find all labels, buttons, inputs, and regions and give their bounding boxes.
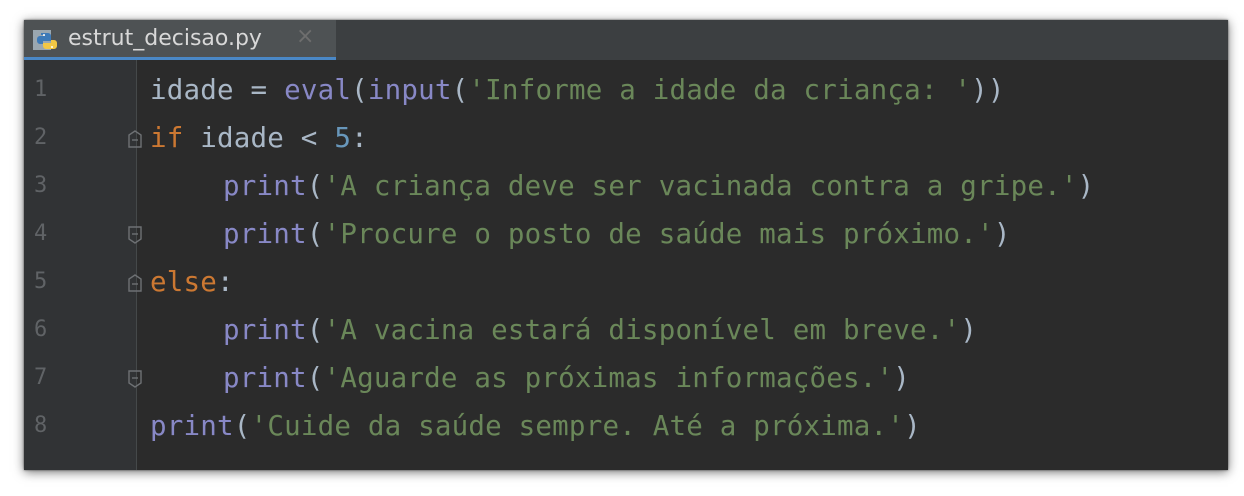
code-token: 'Procure o posto de saúde mais próximo.' bbox=[323, 218, 994, 250]
line-number: 8 bbox=[34, 413, 48, 438]
code-token: 'A vacina estará disponível em breve.' bbox=[323, 314, 961, 346]
code-token: ) bbox=[960, 314, 978, 346]
code-text: print('Cuide da saúde sempre. Até a próx… bbox=[150, 402, 921, 450]
code-token: 'Aguarde as próximas informações.' bbox=[323, 362, 894, 394]
tab-label: estrut_decisao.py bbox=[68, 26, 262, 51]
code-token: : bbox=[351, 122, 368, 154]
code-line-5: 5 else: bbox=[24, 258, 1228, 306]
code-line-4: 4 print('Procure o posto de saúde mais p… bbox=[24, 210, 1228, 258]
editor-tab-bar: estrut_decisao.py × bbox=[24, 20, 1228, 60]
line-number: 7 bbox=[34, 365, 48, 390]
code-text: print('Aguarde as próximas informações.'… bbox=[223, 354, 910, 402]
editor-window: estrut_decisao.py × 1 idade = eval(input… bbox=[24, 20, 1228, 470]
code-token: : bbox=[217, 266, 234, 298]
code-token: )) bbox=[971, 74, 1005, 106]
line-number: 2 bbox=[34, 125, 48, 150]
code-token: 'A criança deve ser vacinada contra a gr… bbox=[323, 170, 1078, 202]
code-token: ( bbox=[306, 314, 324, 346]
code-token: ( bbox=[451, 74, 469, 106]
code-token: ( bbox=[233, 410, 251, 442]
code-token: print bbox=[223, 170, 307, 202]
code-token: 'Informe a idade da criança: ' bbox=[468, 74, 972, 106]
code-token: ( bbox=[351, 74, 368, 106]
fold-end-icon[interactable] bbox=[127, 226, 143, 244]
code-token: ( bbox=[306, 170, 324, 202]
code-token: ) bbox=[993, 218, 1011, 250]
code-token: print bbox=[223, 314, 307, 346]
fold-open-icon[interactable] bbox=[127, 274, 143, 292]
code-token: print bbox=[223, 218, 307, 250]
code-token: ) bbox=[904, 410, 921, 442]
code-token: eval bbox=[284, 74, 352, 106]
line-number: 3 bbox=[34, 173, 48, 198]
line-number: 6 bbox=[34, 317, 48, 342]
code-token: ( bbox=[306, 218, 324, 250]
line-number: 5 bbox=[34, 269, 48, 294]
code-line-1: 1 idade = eval(input('Informe a idade da… bbox=[24, 66, 1228, 114]
code-token: ) bbox=[1077, 170, 1095, 202]
code-token: idade < bbox=[183, 122, 335, 154]
close-icon[interactable]: × bbox=[296, 24, 314, 49]
code-text: print('Procure o posto de saúde mais pró… bbox=[223, 210, 1011, 258]
code-token: 'Cuide da saúde sempre. Até a próxima.' bbox=[250, 410, 905, 442]
code-token: if bbox=[150, 122, 184, 154]
code-token: else bbox=[150, 266, 218, 298]
code-line-3: 3 print('A criança deve ser vacinada con… bbox=[24, 162, 1228, 210]
line-number: 4 bbox=[34, 221, 48, 246]
code-text: print('A vacina estará disponível em bre… bbox=[223, 306, 977, 354]
code-token: ( bbox=[306, 362, 324, 394]
code-token: 5 bbox=[334, 122, 352, 154]
line-number: 1 bbox=[34, 77, 48, 102]
code-token: ) bbox=[893, 362, 911, 394]
python-file-icon bbox=[33, 30, 57, 50]
fold-end-icon[interactable] bbox=[127, 370, 143, 388]
code-line-7: 7 print('Aguarde as próximas informações… bbox=[24, 354, 1228, 402]
fold-open-icon[interactable] bbox=[127, 130, 143, 148]
code-line-2: 2 if idade < 5: bbox=[24, 114, 1228, 162]
tab-estrut-decisao[interactable]: estrut_decisao.py × bbox=[24, 20, 336, 60]
code-token: print bbox=[223, 362, 307, 394]
code-line-8: 8 print('Cuide da saúde sempre. Até a pr… bbox=[24, 402, 1228, 450]
code-text: print('A criança deve ser vacinada contr… bbox=[223, 162, 1094, 210]
code-line-6: 6 print('A vacina estará disponível em b… bbox=[24, 306, 1228, 354]
code-token: input bbox=[367, 74, 452, 106]
code-token: idade = bbox=[150, 74, 285, 106]
code-text: idade = eval(input('Informe a idade da c… bbox=[150, 66, 1005, 114]
code-token: print bbox=[150, 410, 234, 442]
code-text: if idade < 5: bbox=[150, 114, 368, 162]
code-text: else: bbox=[150, 258, 234, 306]
